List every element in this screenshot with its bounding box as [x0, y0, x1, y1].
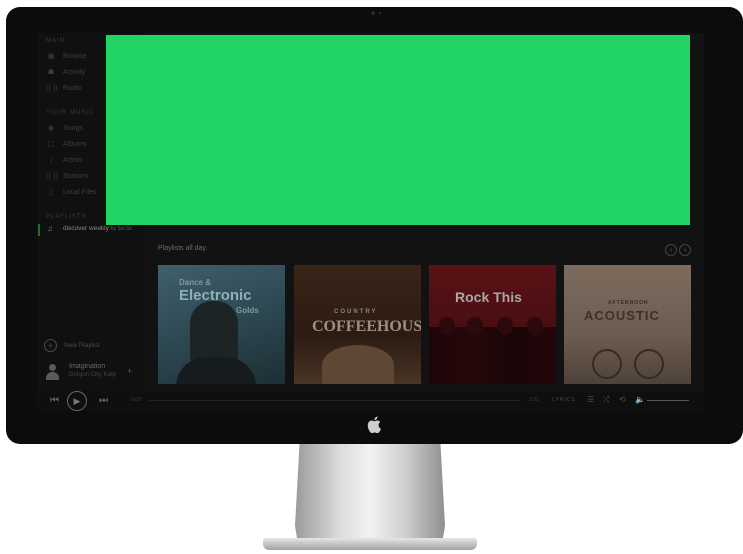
playlist-owner: by Sol Sh [110, 226, 133, 232]
now-playing-title[interactable]: Imagination [69, 363, 105, 370]
green-overlay-block [106, 35, 690, 225]
stations-icon: ((·)) [46, 172, 58, 180]
new-playlist-label: New Playlist [64, 342, 100, 349]
local-files-icon: ▯ [49, 189, 53, 196]
sidebar-item-local-files[interactable]: ▯ Local Files [46, 186, 96, 198]
monitor-stand-foot [263, 538, 477, 550]
monitor-stand-neck [295, 444, 445, 544]
radio-icon: ((·)) [46, 84, 58, 92]
sidebar-item-albums[interactable]: ▢ Albums [46, 138, 87, 150]
plus-icon: + [44, 339, 57, 352]
playlist-card-afternoon-acoustic[interactable]: AFTERNOON ACOUSTIC [564, 265, 691, 384]
add-to-library-icon[interactable]: + [127, 366, 132, 376]
camera-led [379, 12, 381, 14]
card-line-1: Rock This [455, 289, 522, 305]
next-icon[interactable]: ⏭ [99, 395, 108, 406]
activity-icon: ☗ [47, 69, 55, 76]
sidebar-item-discover-weekly[interactable]: ♫ discover weekly by Sol Sh [37, 223, 142, 237]
card-line-3: Golds [236, 306, 259, 315]
card-line-2: Electronic [179, 287, 252, 304]
shuffle-icon[interactable]: ⤮ [603, 395, 609, 405]
sidebar-item-stations[interactable]: ((·)) Stations [46, 170, 88, 182]
artist-avatar [46, 364, 59, 380]
card-line-2: COFFEEHOUSE [312, 318, 421, 335]
albums-icon: ▢ [47, 141, 55, 148]
chevron-left-icon[interactable]: ‹ [665, 244, 677, 256]
play-button[interactable]: ▶ [67, 391, 87, 411]
elapsed-time: 0:00 [131, 397, 141, 403]
volume-slider[interactable] [647, 400, 689, 401]
remaining-time: 3:31 [529, 397, 539, 403]
previous-icon[interactable]: ⏮ [50, 395, 59, 406]
repeat-icon[interactable]: ⟲ [619, 395, 626, 404]
sidebar-item-label: Activity [63, 68, 86, 76]
sidebar-item-label: Browse [63, 52, 87, 60]
player-bar: ⏮ ▶ ⏭ 0:00 3:31 LYRICS ☰ ⤮ ⟲ 🔈 [37, 391, 704, 411]
playlist-card-electronic[interactable]: Dance & Electronic Golds [158, 265, 285, 384]
row-title: Playlists all day. [158, 245, 208, 252]
sidebar-item-label: Stations [63, 172, 89, 180]
sidebar-item-label: Artists [63, 156, 83, 164]
sidebar-item-activity[interactable]: ☗ Activity [46, 66, 85, 78]
new-playlist-button[interactable]: + New Playlist [44, 339, 99, 352]
sidebar-item-label: Albums [63, 140, 87, 148]
card-line-1: COUNTRY [334, 309, 378, 315]
chevron-right-icon[interactable]: › [679, 244, 691, 256]
screen: MAIN ▣ Browse ☗ Activity ((·)) Radio YOU… [37, 33, 704, 411]
sidebar-item-radio[interactable]: ((·)) Radio [46, 82, 81, 94]
now-playing-artist[interactable]: Gorgon City, Katy [69, 372, 116, 378]
active-indicator [38, 224, 40, 236]
playlist-icon: ♫ [47, 224, 53, 233]
sidebar-item-artists[interactable]: ♪ Artists [46, 154, 82, 166]
sidebar-item-browse[interactable]: ▣ Browse [46, 50, 87, 62]
progress-bar[interactable] [149, 400, 519, 401]
volume-icon[interactable]: 🔈 [635, 395, 645, 404]
camera [371, 11, 375, 15]
section-your-music: YOUR MUSIC [46, 110, 95, 116]
browse-icon: ▣ [47, 53, 55, 60]
playlist-card-rock-this[interactable]: Rock This [429, 265, 556, 384]
section-main: MAIN [46, 38, 65, 44]
sidebar-item-label: Songs [63, 124, 83, 132]
card-line-1: Dance & [179, 278, 212, 287]
now-playing: Imagination Gorgon City, Katy + [37, 356, 142, 391]
section-playlists: PLAYLISTS [46, 214, 87, 220]
card-line-1: AFTERNOON [608, 300, 649, 306]
sidebar-item-label: Radio [63, 84, 82, 92]
queue-icon[interactable]: ☰ [587, 395, 594, 404]
playlist-card-coffeehouse[interactable]: COUNTRY COFFEEHOUSE [294, 265, 421, 384]
sidebar-item-label: Local Files [63, 188, 97, 196]
playlist-name: discover weekly [63, 225, 109, 232]
apple-logo-icon [366, 416, 382, 434]
lyrics-button[interactable]: LYRICS [552, 397, 576, 403]
artists-icon: ♪ [49, 156, 53, 164]
card-line-2: ACOUSTIC [584, 308, 660, 323]
songs-icon: ◉ [47, 125, 55, 132]
sidebar-item-songs[interactable]: ◉ Songs [46, 122, 83, 134]
